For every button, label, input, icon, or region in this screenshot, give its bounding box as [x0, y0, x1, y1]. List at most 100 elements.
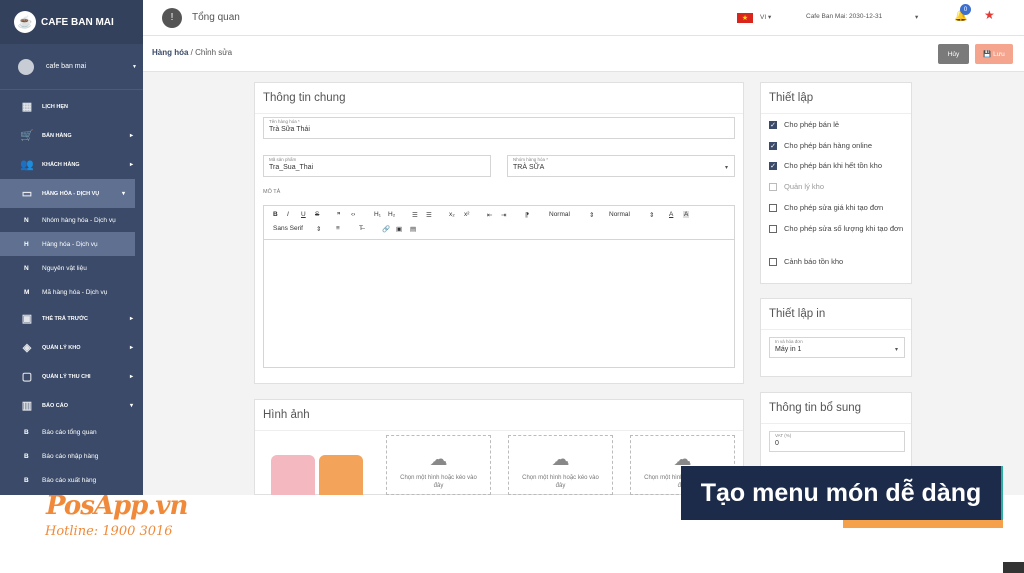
sidebar-subitem-bao-cao-nhap-hang[interactable]: B Báo cáo nhập hàng	[0, 444, 143, 468]
vat-field[interactable]: VAT (%) 0	[769, 431, 905, 452]
checkbox-ban-le[interactable]: ✓ Cho phép bán lẻ	[769, 120, 839, 129]
code-icon[interactable]: ‹›	[351, 211, 355, 218]
h1-button[interactable]: H₁	[374, 211, 381, 218]
bullet-list-icon[interactable]: ☰	[426, 211, 432, 219]
cancel-button[interactable]: Hủy	[938, 44, 969, 64]
money-icon: ▢	[21, 371, 33, 383]
breadcrumb-current: Chỉnh sửa	[195, 48, 233, 57]
size-select[interactable]: Normal	[549, 211, 570, 218]
font-color-icon[interactable]: A	[669, 211, 673, 218]
editor-toolbar: B I U S ❞ ‹› H₁ H₂ ☰ ☰ x₂ x² ⇤ ⇥ ⁋ Norma…	[264, 206, 734, 240]
sidebar-item-lich-hen[interactable]: ▦ LỊCH HẸN	[0, 92, 143, 121]
info-icon[interactable]: !	[162, 7, 182, 28]
star-icon[interactable]: ★	[984, 8, 995, 22]
sidebar-subitem-bao-cao-xuat-hang[interactable]: B Báo cáo xuất hàng	[0, 468, 143, 492]
product-group-select[interactable]: Nhóm hàng hóa * TRÀ SỮA ▾	[507, 155, 735, 177]
indent-icon[interactable]: ⇥	[501, 211, 506, 219]
product-code-field[interactable]: Mã sản phẩm Tra_Sua_Thai	[263, 155, 491, 177]
sidebar-item-quan-ly-kho[interactable]: ◈ QUẢN LÝ KHO ▸	[0, 333, 143, 362]
posapp-logo: PosApp.vn	[46, 491, 188, 521]
breadcrumb-link[interactable]: Hàng hóa	[152, 48, 188, 57]
editor-content-area[interactable]	[264, 240, 734, 368]
subscript-button[interactable]: x₂	[449, 211, 455, 218]
sidebar-subitem-ma-hang[interactable]: M Mã hàng hóa - Dịch vụ	[0, 280, 143, 304]
sidebar-item-label: QUẢN LÝ KHO	[42, 344, 81, 351]
image-icon[interactable]: ▣	[396, 225, 402, 233]
text-direction-icon[interactable]: ⁋	[525, 211, 529, 219]
subitem-label: Hàng hóa - Dịch vụ	[42, 240, 98, 248]
outdent-icon[interactable]: ⇤	[487, 211, 492, 219]
checkbox-ban-het-ton-kho[interactable]: ✓ Cho phép bán khi hết tồn kho	[769, 161, 882, 170]
field-value: 0	[775, 440, 779, 447]
cloud-upload-icon: ☁	[551, 449, 570, 469]
printer-select[interactable]: In và hóa đơn Máy in 1 ▾	[769, 337, 905, 358]
font-select[interactable]: Sans Serif	[273, 225, 303, 232]
sidebar-subitem-nhom-hang[interactable]: N Nhóm hàng hóa - Dịch vụ	[0, 208, 143, 232]
sidebar-subitem-nguyen-vat-lieu[interactable]: N Nguyên vật liệu	[0, 256, 143, 280]
ordered-list-icon[interactable]: ☰	[412, 211, 418, 219]
underline-button[interactable]: U	[301, 211, 306, 218]
italic-button[interactable]: I	[287, 211, 289, 218]
link-icon[interactable]: 🔗	[382, 225, 390, 233]
sidebar-item-khach-hang[interactable]: 👥 KHÁCH HÀNG ▸	[0, 150, 143, 179]
image-upload-slot[interactable]: ☁ Chọn một hình hoặc kéo vào đây	[508, 435, 613, 495]
checkbox-box[interactable]: ✓	[769, 141, 777, 150]
subitem-letter: N	[24, 264, 29, 272]
video-icon[interactable]: ▤	[410, 225, 416, 233]
checkbox-box[interactable]	[769, 203, 777, 212]
sidebar: ☕ CAFE BAN MAI cafe ban mai ▼ ▦ LỊCH HẸN…	[0, 0, 143, 495]
checkbox-label: Cho phép sửa số lượng khi tạo đơn	[784, 224, 904, 233]
product-image[interactable]	[269, 455, 369, 495]
checkbox-label: Cho phép bán lẻ	[784, 120, 840, 129]
card-icon: ▣	[21, 313, 33, 325]
sidebar-item-the-tra-truoc[interactable]: ▣ THẺ TRẢ TRƯỚC ▸	[0, 304, 143, 333]
card-title: Thông tin chung	[255, 83, 743, 114]
checkbox-box[interactable]	[769, 257, 777, 266]
brand[interactable]: ☕ CAFE BAN MAI	[0, 0, 143, 44]
checkbox-box	[769, 182, 777, 191]
save-button[interactable]: 💾 Lưu	[975, 44, 1013, 64]
background-color-icon[interactable]: A	[683, 211, 690, 218]
chevron-down-icon: ▼	[132, 63, 137, 70]
clear-format-icon[interactable]: T̶	[359, 225, 363, 232]
sidebar-item-ban-hang[interactable]: 🛒 BÁN HÀNG ▸	[0, 121, 143, 150]
vietnam-flag-icon[interactable]: ★	[737, 13, 753, 23]
checkbox-box[interactable]: ✓	[769, 120, 777, 129]
align-icon[interactable]: ≡	[336, 225, 340, 232]
sidebar-subitem-hang-hoa[interactable]: H Hàng hóa - Dịch vụ	[0, 232, 135, 256]
checkbox-box[interactable]: ✓	[769, 161, 777, 170]
field-value: Tra_Sua_Thai	[269, 164, 314, 171]
subitem-label: Mã hàng hóa - Dịch vụ	[42, 288, 108, 296]
product-name-field[interactable]: Tên hàng hóa * Trà Sữa Thái	[263, 117, 735, 139]
checkbox-canh-bao-ton-kho[interactable]: Cảnh báo tồn kho	[769, 257, 843, 266]
subbar: Hàng hóa / Chỉnh sửa Hủy 💾 Lưu	[143, 36, 1024, 72]
image-upload-slot[interactable]: ☁ Chọn một hình hoặc kéo vào đây	[386, 435, 491, 495]
sidebar-subitem-bao-cao-tong-quan[interactable]: B Báo cáo tổng quan	[0, 420, 143, 444]
sidebar-item-hang-hoa[interactable]: ▭ HÀNG HÓA - DỊCH VỤ ▾	[0, 179, 135, 208]
sidebar-item-label: BÁO CÁO	[42, 402, 68, 409]
bold-button[interactable]: B	[273, 211, 278, 218]
avatar	[18, 58, 34, 75]
quote-icon[interactable]: ❞	[337, 211, 341, 219]
checkbox-sua-so-luong[interactable]: Cho phép sửa số lượng khi tạo đơn	[769, 223, 909, 235]
superscript-button[interactable]: x²	[464, 211, 469, 218]
hotline-text: Hotline: 1900 3016	[45, 524, 173, 539]
user-panel[interactable]: cafe ban mai ▼	[0, 44, 143, 90]
checkbox-sua-gia[interactable]: Cho phép sửa giá khi tạo đơn	[769, 203, 883, 212]
language-select[interactable]: VI ▾	[760, 13, 771, 21]
field-label: In và hóa đơn	[775, 339, 803, 344]
strike-button[interactable]: S	[315, 211, 319, 218]
subitem-label: Báo cáo nhập hàng	[42, 452, 99, 460]
header-select[interactable]: Normal	[609, 211, 630, 218]
sidebar-item-quan-ly-thu-chi[interactable]: ▢ QUẢN LÝ THU CHI ▸	[0, 362, 143, 391]
checkbox-ban-online[interactable]: ✓ Cho phép bán hàng online	[769, 141, 872, 150]
subitem-letter: H	[24, 240, 29, 248]
store-select[interactable]: Cafe Ban Mai: 2030-12-31	[806, 13, 882, 20]
topbar: ! Tổng quan ★ VI ▾ Cafe Ban Mai: 2030-12…	[143, 0, 1024, 36]
checkbox-box[interactable]	[769, 225, 777, 233]
chevron-down-icon[interactable]: ▾	[915, 13, 918, 21]
sidebar-item-bao-cao[interactable]: ▥ BÁO CÁO ▾	[0, 391, 143, 420]
card-title: Thiết lập	[761, 83, 911, 114]
sidebar-item-label: BÁN HÀNG	[42, 132, 72, 139]
h2-button[interactable]: H₂	[388, 211, 395, 218]
